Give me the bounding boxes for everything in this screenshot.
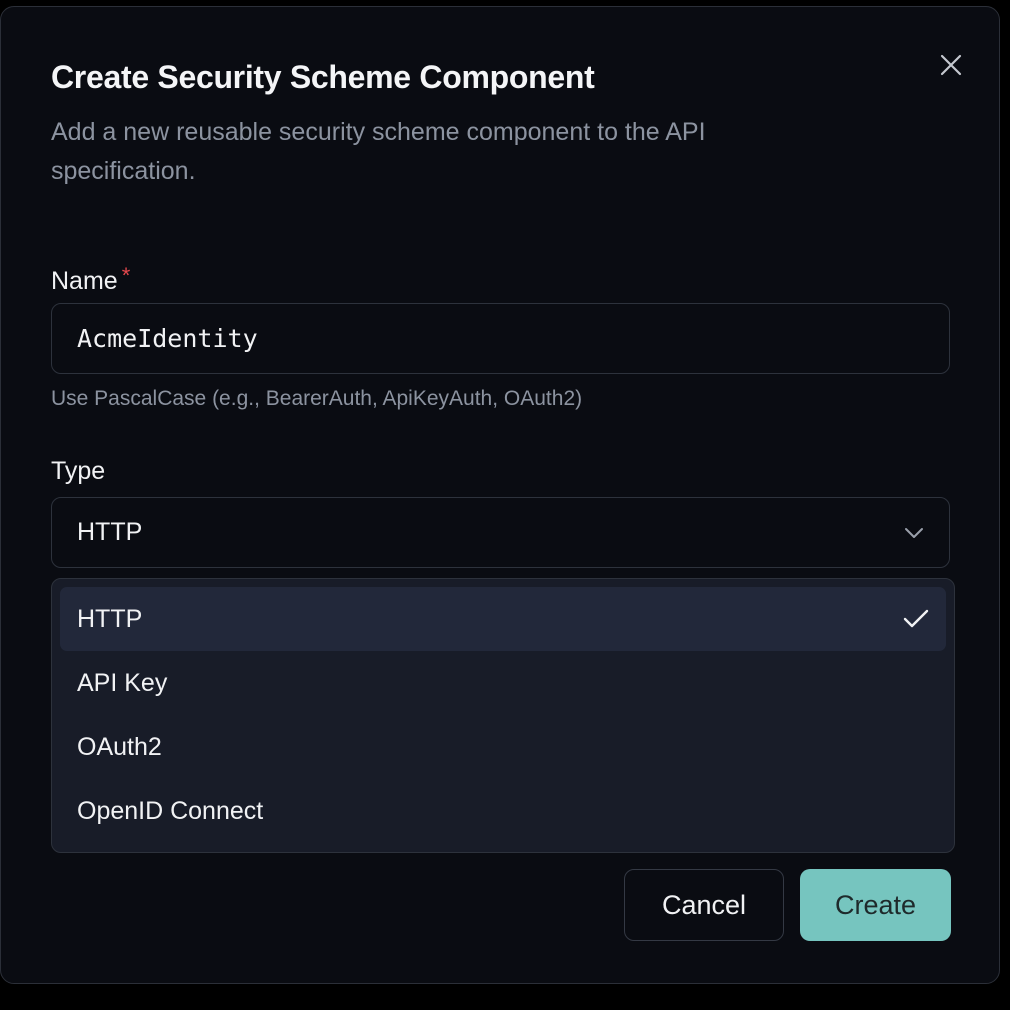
- option-label: OpenID Connect: [77, 796, 264, 825]
- type-option-openid-connect[interactable]: OpenID Connect: [60, 779, 946, 843]
- name-input[interactable]: [51, 303, 950, 374]
- type-select-value: HTTP: [77, 518, 143, 546]
- close-button[interactable]: [933, 47, 969, 83]
- cancel-button[interactable]: Cancel: [624, 869, 784, 941]
- check-icon: [903, 609, 929, 628]
- type-option-api-key[interactable]: API Key: [60, 651, 946, 715]
- dialog-description: Add a new reusable security scheme compo…: [51, 118, 706, 185]
- dialog-title: Create Security Scheme Component: [51, 59, 595, 95]
- option-label: OAuth2: [77, 732, 162, 761]
- close-icon: [940, 54, 962, 76]
- create-button[interactable]: Create: [800, 869, 951, 941]
- option-label: HTTP: [77, 604, 143, 633]
- type-dropdown: HTTP API Key OAuth2 OpenID Connect: [51, 578, 955, 853]
- name-label: Name *: [51, 263, 130, 296]
- create-security-scheme-dialog: Create Security Scheme Component Add a n…: [0, 6, 1000, 984]
- chevron-down-icon: [905, 527, 923, 538]
- type-option-http[interactable]: HTTP: [60, 587, 946, 651]
- type-option-oauth2[interactable]: OAuth2: [60, 715, 946, 779]
- type-select[interactable]: HTTP: [51, 497, 950, 568]
- required-marker: *: [121, 263, 131, 288]
- name-label-text: Name: [51, 267, 118, 295]
- name-hint: Use PascalCase (e.g., BearerAuth, ApiKey…: [51, 387, 583, 410]
- type-label: Type: [51, 457, 106, 485]
- option-label: API Key: [77, 668, 168, 697]
